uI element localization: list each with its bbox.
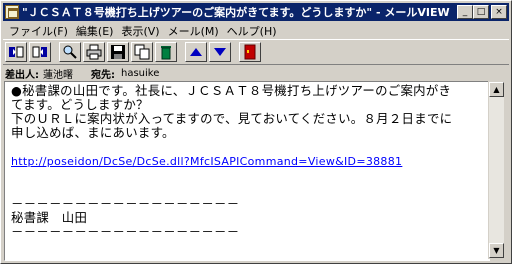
message-link[interactable]: http://poseidon/DcSe/DcSe.dll?MfcISAPICo… [11,155,402,168]
scroll-up-button[interactable]: ▲ [489,82,504,97]
exit-icon [244,44,256,60]
copy-icon [134,44,150,60]
minimize-button[interactable]: _ [457,5,473,19]
message-line: ●秘書課の山田です。社長に、ＪＣＳＡＴ８号機打ち上げツアーのご案内がき [11,83,452,98]
message-line: てます。どうしますか？ [11,97,149,112]
maximize-button[interactable]: □ [473,5,489,19]
message-text: ●秘書課の山田です。社長に、ＪＣＳＡＴ８号機打ち上げツアーのご案内がき てます。… [11,84,452,239]
menu-view[interactable]: 表示(V) [117,23,163,39]
up-arrow-icon [190,48,202,56]
message-line: 下のＵＲＬに案内状が入ってますので、見ておいてください。８月２日までに [11,111,453,126]
copy-button[interactable] [131,42,153,62]
menu-edit[interactable]: 編集(E) [72,23,118,39]
print-button[interactable] [83,42,105,62]
to-value: hasuike [121,67,160,79]
down-arrow-icon [214,48,226,56]
up-button[interactable] [185,42,207,62]
next-message-icon [32,46,47,58]
delete-button[interactable] [155,42,177,62]
down-button[interactable] [209,42,231,62]
find-button[interactable] [59,42,81,62]
mail-app-icon[interactable] [5,5,19,19]
trash-icon [161,46,171,60]
menu-help[interactable]: ヘルプ(H) [223,23,281,39]
message-header: 差出人: 蓮池曙 宛先: hasuike [5,65,159,81]
vertical-scrollbar[interactable]: ▲ ▼ [488,81,505,259]
print-icon [86,44,102,60]
window-title: "ＪＣＳＡＴ８号機打ち上げツアーのご案内がきてます。どうしますか" - メールV… [22,6,450,19]
toolbar [3,39,509,65]
save-icon [111,45,125,59]
close-button[interactable]: × [491,5,507,19]
find-icon [63,45,77,59]
window-controls: _ □ × [457,5,507,19]
signature-divider: －－－－－－－－－－－－－－－－－－ [11,224,240,239]
prev-message-button[interactable] [5,42,27,62]
message-line: 申し込めば、まにあいます。 [11,125,175,140]
from-value: 蓮池曙 [43,69,73,81]
mail-view-window: "ＪＣＳＡＴ８号機打ち上げツアーのご案内がきてます。どうしますか" - メールV… [0,0,512,264]
title-bar[interactable]: "ＪＣＳＡＴ８号機打ち上げツアーのご案内がきてます。どうしますか" - メールV… [3,3,509,21]
signature: 秘書課 山田 [11,210,88,225]
signature-divider: －－－－－－－－－－－－－－－－－－ [11,196,240,211]
menu-mail[interactable]: メール(M) [164,23,223,39]
exit-button[interactable] [239,42,261,62]
menu-bar: ファイル(F) 編集(E) 表示(V) メール(M) ヘルプ(H) [5,22,281,40]
from-label: 差出人: [5,69,39,81]
save-button[interactable] [107,42,129,62]
to-label: 宛先: [91,69,115,81]
scroll-down-button[interactable]: ▼ [489,243,504,258]
message-body[interactable]: ●秘書課の山田です。社長に、ＪＣＳＡＴ８号機打ち上げツアーのご案内がき てます。… [4,81,490,261]
next-message-button[interactable] [29,42,51,62]
prev-message-icon [9,46,24,58]
menu-file[interactable]: ファイル(F) [5,23,72,39]
